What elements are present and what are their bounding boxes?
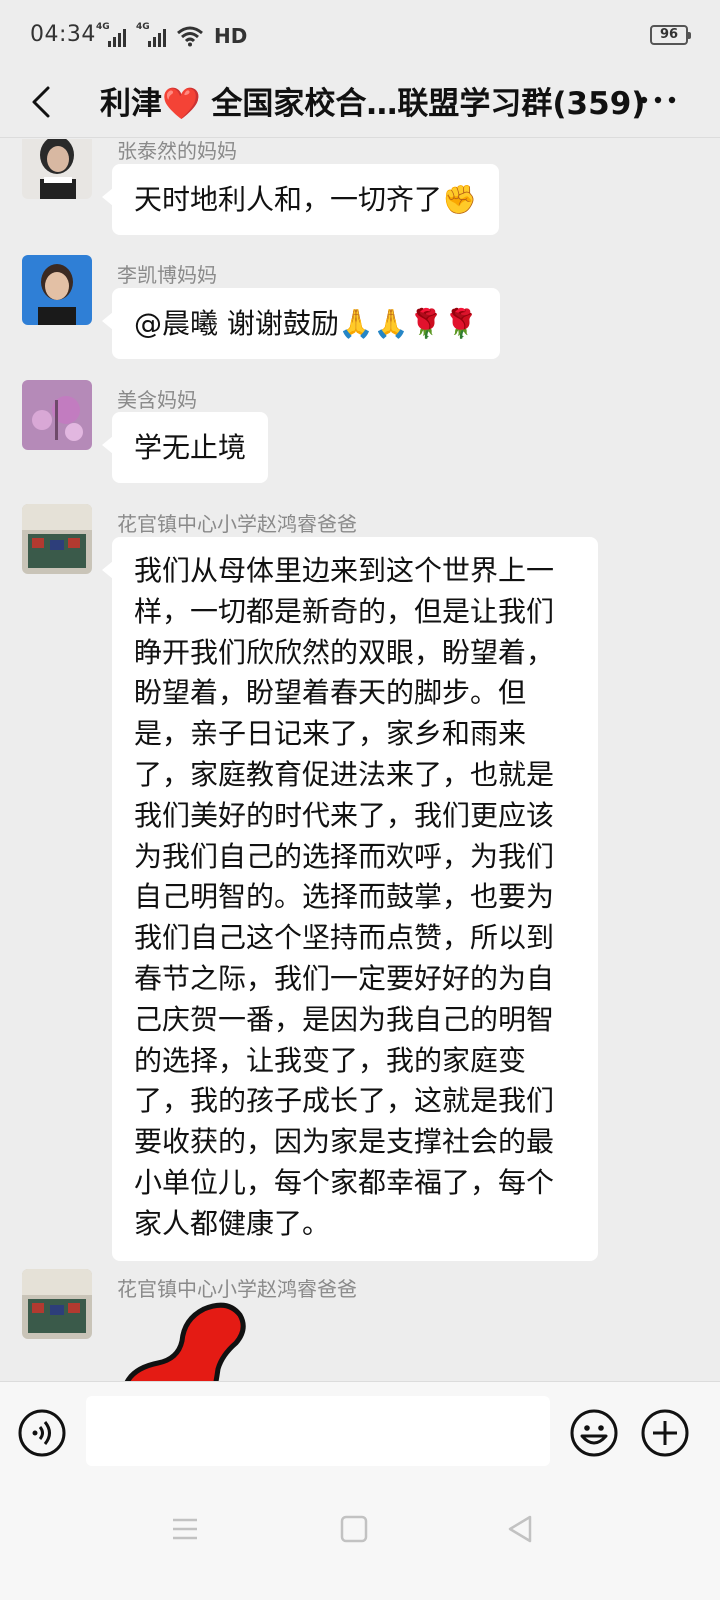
message-text: @晨曦 谢谢鼓励🙏🙏🌹🌹 [134,307,479,340]
signal-icon: 4G [96,22,126,47]
status-time: 04:34 [30,22,96,47]
avatar[interactable] [22,504,92,574]
status-bar: 04:34 4G 4G HD 96 [0,0,720,72]
network-type-label: 4G [136,22,150,32]
plus-icon[interactable] [640,1408,690,1458]
message-input[interactable] [86,1396,550,1466]
back-icon[interactable] [24,82,64,122]
avatar[interactable] [22,139,92,199]
message-bubble[interactable]: 我们从母体里边来到这个世界上一 样，一切都是新奇的，但是让我们 睁开我们欣欣然的… [102,537,598,1261]
battery-level: 96 [659,27,679,42]
chat-header: 利津❤️ 全国家校合…联盟学习群(359) [0,72,720,138]
avatar[interactable] [22,1269,92,1339]
emoji-icon[interactable] [569,1408,619,1458]
voice-icon[interactable] [17,1408,67,1458]
menu-icon[interactable] [165,1509,205,1549]
message-bubble[interactable]: 学无止境 [101,412,269,483]
avatar[interactable] [22,380,92,450]
sender-name: 花官镇中心小学赵鸿睿爸爸 [117,512,357,536]
avatar[interactable] [22,255,92,325]
message-bubble[interactable]: @晨曦 谢谢鼓励🙏🙏🌹🌹 [101,288,501,359]
message-text: 我们从母体里边来到这个世界上一 样，一切都是新奇的，但是让我们 睁开我们欣欣然的… [134,554,555,1240]
message-list[interactable]: 张泰然的妈妈 天时地利人和，一切齐了✊ 李凯博妈妈 @晨曦 谢谢鼓励🙏🙏🌹🌹 美… [0,139,720,1381]
sender-name: 张泰然的妈妈 [117,139,237,163]
more-icon[interactable] [636,80,680,120]
input-bar [0,1381,720,1485]
chat-title: 利津❤️ 全国家校合…联盟学习群(359) [100,86,646,122]
hd-indicator: HD [214,24,248,48]
signal-icon: 4G [136,22,166,47]
back-triangle-icon[interactable] [500,1509,540,1549]
sender-name: 李凯博妈妈 [117,263,217,287]
home-icon[interactable] [334,1509,374,1549]
message-bubble[interactable]: 天时地利人和，一切齐了✊ [102,164,499,235]
system-nav-bar [0,1485,720,1600]
sticker-image[interactable] [118,1299,258,1381]
network-type-label: 4G [96,22,110,32]
battery-icon: 96 [650,25,691,45]
sender-name: 花官镇中心小学赵鸿睿爸爸 [117,1277,357,1301]
message-text: 天时地利人和，一切齐了✊ [134,183,477,216]
wifi-icon [177,26,203,47]
message-text: 学无止境 [134,431,247,464]
status-icons: 4G 4G HD [96,22,248,48]
sender-name: 美含妈妈 [117,388,197,412]
